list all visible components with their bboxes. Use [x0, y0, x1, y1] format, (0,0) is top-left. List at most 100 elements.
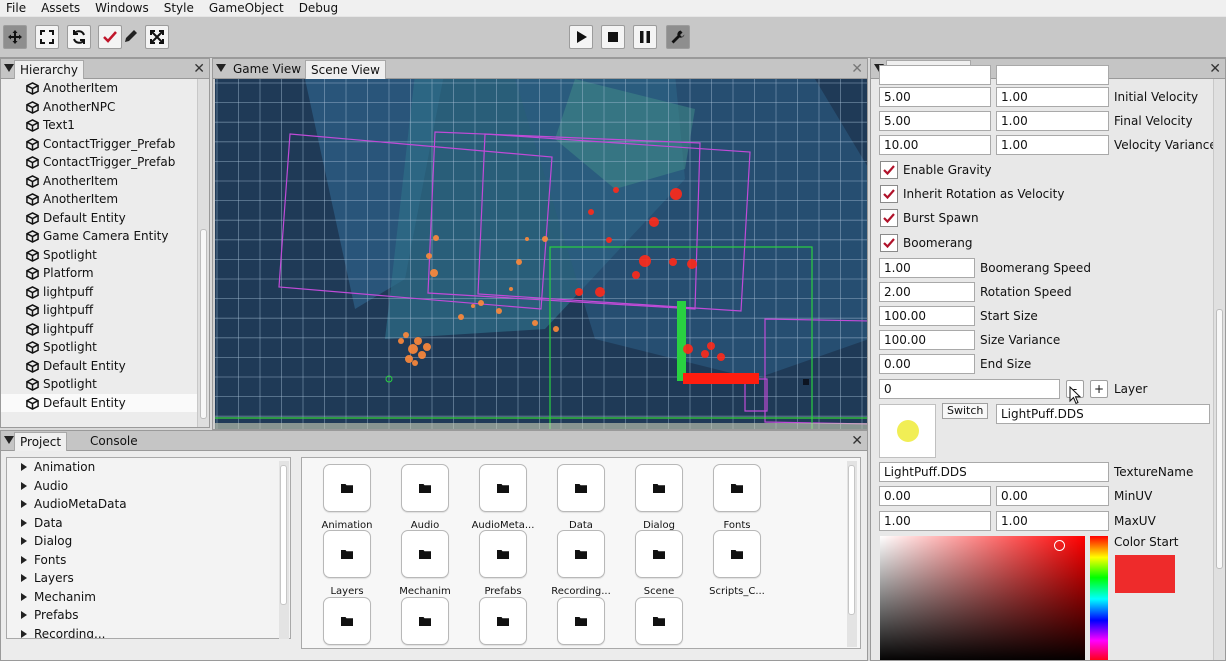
menu-windows[interactable]: Windows [95, 0, 149, 16]
expand-arrow-icon[interactable] [21, 611, 27, 619]
menu-style[interactable]: Style [164, 0, 194, 16]
velocity-variance-b[interactable]: 1.00 [996, 135, 1109, 155]
close-icon[interactable]: ✕ [1209, 60, 1221, 78]
play-button[interactable] [569, 25, 593, 49]
folder-item[interactable]: Fonts [698, 464, 776, 531]
hierarchy-item[interactable]: lightpuff [1, 283, 197, 302]
burst-spawn-checkbox[interactable] [880, 209, 898, 227]
close-icon[interactable]: ✕ [193, 60, 205, 78]
tree-item[interactable]: Audio [7, 477, 290, 496]
layer-field[interactable]: 0 [879, 379, 1060, 399]
expand-arrow-icon[interactable] [21, 592, 27, 601]
hierarchy-item[interactable]: lightpuff [1, 320, 197, 339]
tree-item[interactable]: Prefabs [7, 606, 290, 625]
tree-item[interactable]: Recording... [7, 625, 290, 638]
hierarchy-item[interactable]: AnotherItem [1, 172, 197, 191]
tab-hierarchy[interactable]: Hierarchy [14, 60, 85, 79]
hierarchy-item[interactable]: ContactTrigger_Prefab [1, 135, 197, 154]
hierarchy-scrollbar[interactable] [197, 79, 209, 427]
hierarchy-item[interactable]: Default Entity [1, 209, 197, 228]
hierarchy-item[interactable]: Game Camera Entity [1, 227, 197, 246]
hierarchy-item[interactable]: AnotherNPC [1, 98, 197, 117]
expand-arrow-icon[interactable] [21, 463, 27, 471]
color-picker-field[interactable] [880, 536, 1085, 660]
scene-canvas[interactable] [215, 79, 867, 429]
expand-arrow-icon[interactable] [21, 500, 27, 508]
folder-item[interactable]: Audio [386, 464, 464, 531]
hierarchy-item[interactable]: Spotlight [1, 338, 197, 357]
hierarchy-item[interactable]: ContactTrigger_Prefab [1, 153, 197, 172]
end-size-field[interactable]: 0.00 [879, 354, 975, 374]
folder-item[interactable]: Recording... [542, 530, 620, 597]
inspector-scrollbar[interactable] [1213, 79, 1225, 660]
folder-item[interactable]: Scripts_C... [698, 530, 776, 597]
final-velocity-variance[interactable]: 1.00 [996, 111, 1109, 131]
size-variance-field[interactable]: 100.00 [879, 330, 975, 350]
expand-arrow-icon[interactable] [21, 481, 27, 490]
expand-arrow-icon[interactable] [21, 518, 27, 527]
folder-item[interactable] [620, 597, 698, 648]
move-tool-button[interactable] [3, 25, 27, 49]
max-uv-y[interactable]: 1.00 [996, 511, 1109, 531]
texture-file-field[interactable]: LightPuff.DDS [996, 404, 1210, 424]
tree-item[interactable]: Fonts [7, 551, 290, 570]
color-start-swatch[interactable] [1115, 555, 1175, 593]
menu-file[interactable]: File [6, 0, 26, 16]
enable-gravity-checkbox[interactable] [880, 161, 898, 179]
scrollbar-thumb[interactable] [280, 465, 287, 605]
folder-item[interactable]: Animation [308, 464, 386, 531]
tree-item[interactable]: Data [7, 514, 290, 533]
final-velocity-min[interactable]: 5.00 [879, 111, 991, 131]
panel-menu-icon[interactable] [4, 64, 14, 72]
inherit-rotation-checkbox[interactable] [880, 185, 898, 203]
texture-preview[interactable] [879, 404, 936, 458]
scrollbar-thumb[interactable] [848, 465, 855, 615]
tab-game-view[interactable]: Game View [228, 60, 306, 79]
rotate-tool-button[interactable] [67, 25, 91, 49]
layer-increment-button[interactable]: + [1090, 380, 1108, 398]
folder-item[interactable]: Prefabs [464, 530, 542, 597]
scrollbar-thumb[interactable] [200, 229, 207, 419]
hierarchy-item[interactable]: Spotlight [1, 246, 197, 265]
folder-item[interactable]: AudioMeta... [464, 464, 542, 531]
hierarchy-item[interactable]: AnotherItem [1, 79, 197, 98]
panel-menu-icon[interactable] [216, 64, 226, 72]
folder-item[interactable]: Data [542, 464, 620, 531]
close-icon[interactable]: ✕ [851, 60, 863, 78]
hue-slider[interactable] [1090, 536, 1108, 660]
hierarchy-item[interactable]: Default Entity [1, 357, 197, 376]
expand-arrow-icon[interactable] [21, 537, 27, 545]
folder-item[interactable]: Layers [308, 530, 386, 597]
hierarchy-item[interactable]: Text1 [1, 116, 197, 135]
close-icon[interactable]: ✕ [851, 432, 863, 450]
tree-item[interactable]: Mechanim [7, 588, 290, 607]
cut-off-field-a[interactable] [879, 65, 991, 85]
tree-item[interactable]: Layers [7, 569, 290, 588]
tab-project[interactable]: Project [14, 432, 68, 451]
folder-item[interactable]: Mechanim [386, 530, 464, 597]
initial-velocity-variance[interactable]: 1.00 [996, 87, 1109, 107]
menu-assets[interactable]: Assets [41, 0, 80, 16]
start-size-field[interactable]: 100.00 [879, 306, 975, 326]
cut-off-field-b[interactable] [996, 65, 1109, 85]
scrollbar-thumb[interactable] [1216, 309, 1223, 569]
color-picker-handle[interactable] [1054, 540, 1065, 551]
folder-item[interactable]: Scene [620, 530, 698, 597]
max-uv-x[interactable]: 1.00 [879, 511, 991, 531]
panel-menu-icon[interactable] [4, 436, 14, 444]
hierarchy-item[interactable]: Spotlight [1, 375, 197, 394]
expand-arrow-icon[interactable] [21, 555, 27, 564]
tree-item[interactable]: Animation [7, 458, 290, 477]
pause-button[interactable] [633, 25, 657, 49]
boomerang-speed-field[interactable]: 1.00 [879, 258, 975, 278]
tab-console[interactable]: Console [85, 432, 143, 451]
hierarchy-item[interactable]: AnotherItem [1, 190, 197, 209]
stop-button[interactable] [601, 25, 625, 49]
grid-scrollbar[interactable] [847, 461, 857, 647]
menu-debug[interactable]: Debug [299, 0, 338, 16]
hierarchy-item[interactable]: Platform [1, 264, 197, 283]
boomerang-checkbox[interactable] [880, 234, 898, 252]
folder-item[interactable] [386, 597, 464, 648]
folder-item[interactable] [464, 597, 542, 648]
texture-name-field[interactable]: LightPuff.DDS [879, 462, 1109, 482]
